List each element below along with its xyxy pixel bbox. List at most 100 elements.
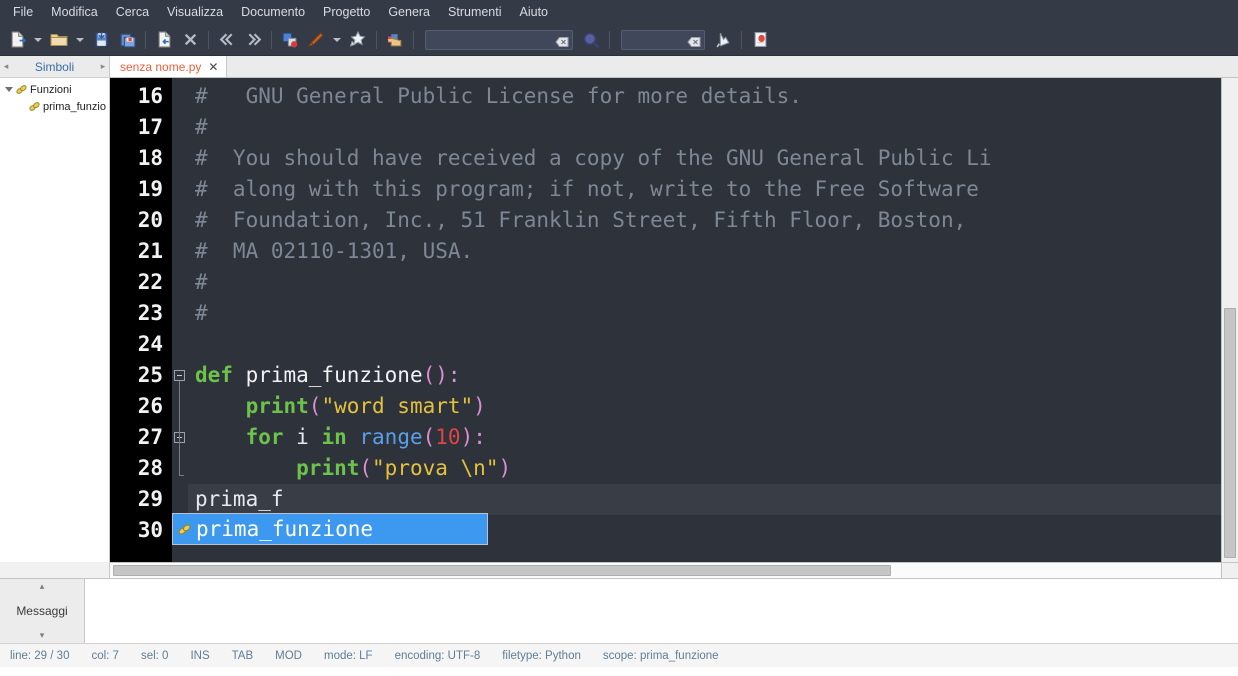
navigate-forward-icon[interactable]: [240, 27, 266, 53]
save-icon[interactable]: [88, 27, 114, 53]
vertical-scrollbar[interactable]: [1221, 78, 1238, 562]
menu-file[interactable]: File: [4, 2, 42, 22]
menu-genera[interactable]: Genera: [379, 2, 439, 22]
open-recent-dropdown-icon[interactable]: [72, 27, 88, 53]
jump-to-icon[interactable]: [710, 27, 736, 53]
autocomplete-selected-item[interactable]: prima_funzione: [196, 517, 373, 541]
sidebar-prev-icon[interactable]: ◂: [0, 61, 12, 72]
sidebar: ◂ Simboli ▸ Funzioni prima_funzio: [0, 56, 110, 562]
code-line[interactable]: # along with this program; if not, write…: [188, 174, 1221, 205]
search-input-wrapper[interactable]: [425, 29, 573, 50]
sidebar-tabbar: ◂ Simboli ▸: [0, 56, 109, 78]
toolbar-separator: [145, 30, 146, 49]
tab-close-icon[interactable]: ✕: [208, 61, 218, 73]
new-file-dropdown-icon[interactable]: [30, 27, 46, 53]
code-line[interactable]: #: [188, 112, 1221, 143]
tree-item-prima-funzione[interactable]: prima_funzio: [2, 98, 109, 115]
menu-aiuto[interactable]: Aiuto: [511, 2, 558, 22]
messages-scroll-up-icon[interactable]: ▴: [40, 582, 45, 591]
search-input[interactable]: [426, 33, 572, 46]
fold-marker[interactable]: [172, 422, 188, 453]
quit-icon[interactable]: [747, 27, 773, 53]
code-line[interactable]: #: [188, 267, 1221, 298]
line-number: 28: [137, 456, 163, 480]
fold-connector-foot: [179, 475, 184, 476]
close-file-icon[interactable]: [177, 27, 203, 53]
code-line[interactable]: # MA 02110-1301, USA.: [188, 236, 1221, 267]
line-number: 20: [137, 208, 163, 232]
code-editor[interactable]: 16 17 18 19 20 21 22 23 24 25 26 27 28 29 30 # GNU Gen…: [110, 78, 1221, 562]
status-filetype: filetype: Python: [502, 649, 581, 662]
code-line-current[interactable]: prima_f: [188, 484, 1221, 515]
tree-item-funzioni[interactable]: Funzioni: [2, 81, 109, 98]
chevron-down-icon[interactable]: [2, 87, 15, 92]
messages-content[interactable]: [85, 579, 1238, 643]
messages-scroll-down-icon[interactable]: ▾: [40, 631, 45, 640]
autocomplete-popup[interactable]: prima_funzione: [172, 513, 488, 545]
menu-modifica[interactable]: Modifica: [42, 2, 107, 22]
navigate-back-icon[interactable]: [214, 27, 240, 53]
line-number: 17: [137, 115, 163, 139]
clear-search-icon[interactable]: [555, 34, 569, 47]
status-modified: MOD: [275, 649, 302, 662]
menu-progetto[interactable]: Progetto: [314, 2, 379, 22]
code-folding-column[interactable]: [172, 78, 188, 562]
editor-wrapper: 16 17 18 19 20 21 22 23 24 25 26 27 28 29 30 # GNU Gen…: [110, 78, 1238, 562]
horizontal-scrollbar-thumb[interactable]: [113, 565, 891, 576]
search-magnifier-icon[interactable]: [578, 27, 604, 53]
sidebar-next-icon[interactable]: ▸: [97, 61, 109, 72]
function-symbol-icon: [177, 522, 192, 537]
horizontal-scrollbar-row: [0, 562, 1238, 578]
code-token: 10: [435, 425, 461, 449]
compile-icon[interactable]: [277, 27, 303, 53]
messages-tab-label[interactable]: Messaggi: [16, 604, 67, 618]
reload-file-icon[interactable]: [151, 27, 177, 53]
code-token: (: [359, 456, 373, 480]
goto-line-input-wrapper[interactable]: [621, 29, 705, 50]
menu-documento[interactable]: Documento: [232, 2, 314, 22]
code-line[interactable]: print("word smart"): [188, 391, 1221, 422]
code-line[interactable]: print("prova \n"): [188, 453, 1221, 484]
main-area: ◂ Simboli ▸ Funzioni prima_funzio senza n…: [0, 56, 1238, 562]
build-dropdown-icon[interactable]: [329, 27, 345, 53]
code-line[interactable]: # GNU General Public License for more de…: [188, 81, 1221, 112]
fold-marker[interactable]: [172, 360, 188, 391]
code-token: def: [195, 363, 246, 387]
file-tab-senza-nome-py[interactable]: senza nome.py ✕: [110, 56, 228, 77]
menu-cerca[interactable]: Cerca: [107, 2, 158, 22]
code-line[interactable]: def prima_funzione():: [188, 360, 1221, 391]
code-line[interactable]: # You should have received a copy of the…: [188, 143, 1221, 174]
horizontal-scrollbar[interactable]: [110, 562, 1221, 578]
build-icon[interactable]: [303, 27, 329, 53]
code-token: ): [498, 456, 512, 480]
code-line[interactable]: [188, 329, 1221, 360]
new-file-icon[interactable]: [4, 27, 30, 53]
menu-visualizza[interactable]: Visualizza: [158, 2, 232, 22]
code-token: print: [245, 394, 309, 418]
code-token: ():: [422, 363, 461, 387]
code-line[interactable]: #: [188, 298, 1221, 329]
color-scheme-icon[interactable]: [382, 27, 408, 53]
scrollbar-corner: [1221, 562, 1238, 578]
sidebar-tab-simboli[interactable]: Simboli: [12, 60, 97, 74]
clear-goto-icon[interactable]: [687, 34, 701, 47]
code-line[interactable]: # Foundation, Inc., 51 Franklin Street, …: [188, 205, 1221, 236]
code-token: # MA 02110-1301, USA.: [195, 239, 474, 263]
vertical-scrollbar-thumb[interactable]: [1224, 308, 1236, 558]
code-token: # You should have received a copy of the…: [195, 146, 992, 170]
save-all-icon[interactable]: [114, 27, 140, 53]
open-folder-icon[interactable]: [46, 27, 72, 53]
run-icon[interactable]: [345, 27, 371, 53]
code-line[interactable]: for i in range(10):: [188, 422, 1221, 453]
code-text[interactable]: # GNU General Public License for more de…: [188, 78, 1221, 562]
code-token: #: [195, 301, 208, 325]
menu-strumenti[interactable]: Strumenti: [439, 2, 511, 22]
